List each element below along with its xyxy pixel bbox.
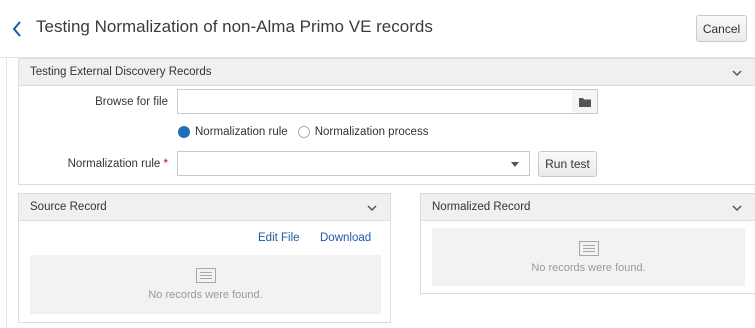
- normalization-rule-select[interactable]: [177, 151, 530, 176]
- source-empty-state: No records were found.: [30, 255, 381, 314]
- normalized-record-header[interactable]: Normalized Record: [421, 194, 755, 221]
- page-divider: [6, 58, 7, 328]
- chevron-down-icon[interactable]: [731, 67, 743, 79]
- empty-state-text: No records were found.: [531, 261, 646, 274]
- normalization-type-radio-group: Normalization rule Normalization process: [178, 126, 438, 138]
- chevron-down-icon[interactable]: [366, 202, 378, 214]
- radio-unselected-indicator: [297, 126, 310, 138]
- browse-file-input[interactable]: [177, 89, 573, 114]
- radio-label: Normalization process: [314, 126, 429, 138]
- list-icon: [578, 240, 599, 256]
- browse-label: Browse for file: [95, 96, 168, 108]
- run-test-button[interactable]: Run test: [538, 151, 597, 177]
- back-button[interactable]: [8, 18, 26, 40]
- discovery-panel-header[interactable]: Testing External Discovery Records: [19, 59, 755, 86]
- normalized-empty-state: No records were found.: [432, 228, 745, 286]
- folder-icon: [578, 97, 591, 107]
- source-record-header[interactable]: Source Record: [19, 194, 390, 221]
- cancel-button[interactable]: Cancel: [696, 15, 747, 42]
- download-link[interactable]: Download: [320, 232, 371, 244]
- normalized-record-title: Normalized Record: [432, 201, 531, 213]
- normalization-rule-label-text: Normalization rule: [67, 158, 161, 170]
- normalization-rule-label: Normalization rule *: [60, 158, 168, 170]
- radio-label: Normalization rule: [195, 126, 288, 138]
- page-title: Testing Normalization of non-Alma Primo …: [36, 17, 433, 36]
- page-header: Testing Normalization of non-Alma Primo …: [0, 0, 755, 58]
- edit-file-link[interactable]: Edit File: [258, 232, 300, 244]
- empty-state-text: No records were found.: [148, 289, 263, 301]
- radio-normalization-rule[interactable]: Normalization rule: [178, 126, 288, 138]
- chevron-left-icon: [12, 21, 21, 37]
- discovery-panel-title: Testing External Discovery Records: [30, 66, 212, 78]
- chevron-down-icon[interactable]: [731, 202, 743, 214]
- source-record-title: Source Record: [30, 201, 107, 213]
- radio-selected-indicator: [178, 126, 190, 138]
- required-marker: *: [163, 158, 168, 170]
- list-icon: [195, 268, 216, 283]
- dropdown-caret-icon: [511, 162, 519, 167]
- browse-folder-button[interactable]: [572, 89, 598, 114]
- radio-normalization-process[interactable]: Normalization process: [297, 126, 429, 138]
